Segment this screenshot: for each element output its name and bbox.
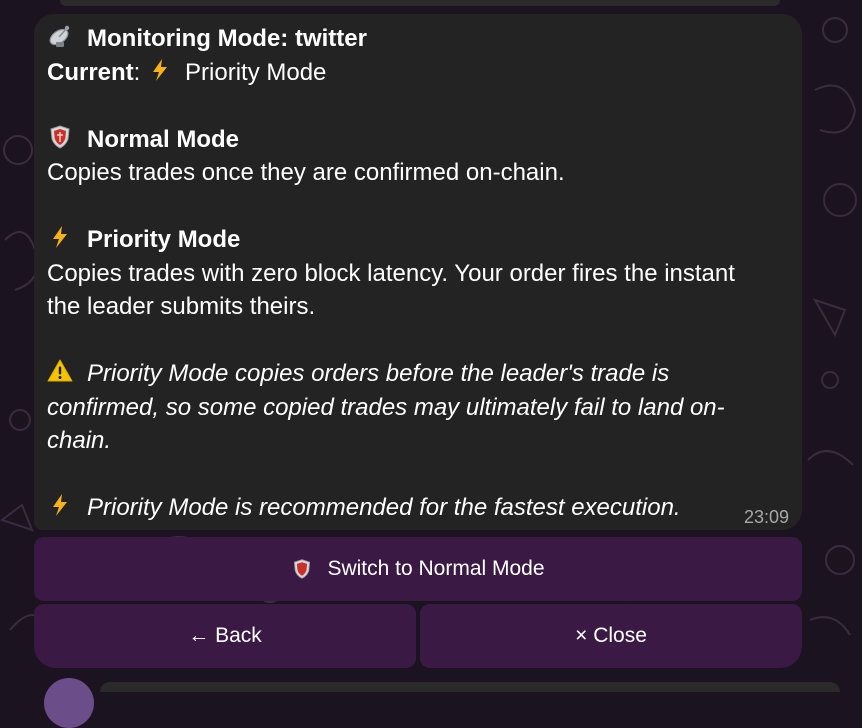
warning-icon (47, 358, 73, 384)
close-button-label: × Close (575, 624, 647, 647)
priority-heading-line: Priority Mode (47, 223, 792, 257)
lightning-icon (47, 492, 73, 518)
colon: : (133, 58, 148, 86)
normal-mode-heading: Normal Mode (87, 125, 240, 153)
previous-message-edge (60, 0, 780, 6)
lightning-icon (147, 57, 173, 83)
current-label: Current (47, 58, 134, 86)
switch-to-normal-mode-button[interactable]: Switch to Normal Mode (34, 537, 802, 601)
message-title: Monitoring Mode: twitter (87, 25, 367, 52)
recommend-line: Priority Mode is recommended for the fas… (47, 491, 792, 525)
warning-text-2: confirmed, so some copied trades may ult… (47, 393, 725, 421)
priority-desc-line-1: Copies trades with zero block latency. Y… (47, 259, 735, 287)
back-button[interactable]: ← Back (34, 604, 416, 668)
next-message-edge (100, 682, 840, 692)
priority-desc-line-2: the leader submits theirs. (47, 293, 316, 320)
warning-line-1: Priority Mode copies orders before the l… (47, 357, 792, 391)
back-button-label: ← Back (188, 624, 262, 647)
current-mode-value: Priority Mode (185, 58, 327, 86)
bot-message-bubble: Monitoring Mode: twitter Current: Priori… (34, 14, 802, 530)
title-line: Monitoring Mode: twitter (47, 22, 792, 56)
shield-icon (291, 558, 313, 580)
close-button[interactable]: × Close (420, 604, 802, 668)
current-mode-line: Current: Priority Mode (47, 56, 792, 90)
lightning-icon (47, 224, 73, 250)
warning-text-3: chain. (47, 427, 112, 454)
normal-heading-line: Normal Mode (47, 123, 792, 157)
switch-button-label: Switch to Normal Mode (327, 557, 545, 580)
shield-icon (47, 124, 73, 150)
recommend-text: Priority Mode is recommended for the fas… (87, 494, 681, 521)
warning-text-1: Priority Mode copies orders before the l… (87, 360, 670, 387)
priority-mode-heading: Priority Mode (87, 226, 241, 253)
satellite-antenna-icon (47, 23, 73, 49)
message-timestamp: 23:09 (743, 507, 789, 527)
normal-mode-description: Copies trades once they are confirmed on… (47, 159, 565, 186)
